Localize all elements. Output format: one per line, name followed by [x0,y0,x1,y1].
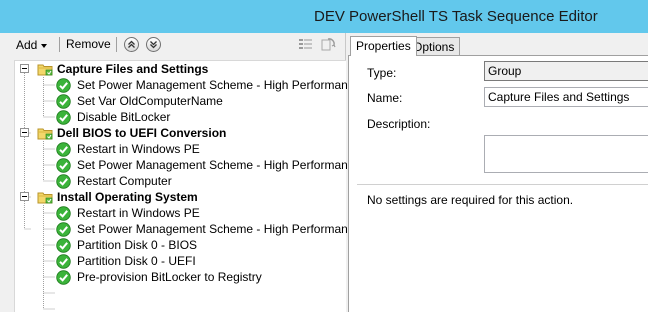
collapse-toggle-icon[interactable] [20,192,29,201]
success-check-icon [56,238,71,253]
step-label: Set Var OldComputerName [77,94,223,108]
step-label: Restart Computer [77,174,172,188]
collapse-toggle-icon[interactable] [20,128,29,137]
properties-panel: Type: Group Name: Capture Files and Sett… [348,55,648,312]
success-check-icon [56,142,71,157]
properties-list-icon[interactable] [298,37,314,53]
window-title: DEV PowerShell TS Task Sequence Editor [314,8,598,25]
toolbar-divider [116,37,117,52]
group-folder-icon [37,190,53,204]
step-label: Set Power Management Scheme - High Perfo… [77,78,361,92]
success-check-icon [56,94,71,109]
dropdown-caret-icon [41,43,48,48]
type-field: Group [484,61,648,81]
refresh-icon[interactable] [320,37,336,53]
toolbar: Add Remove [0,33,346,57]
success-check-icon [56,270,71,285]
task-sequence-tree[interactable]: Capture Files and Settings Set Power Mana… [14,60,360,312]
step-label: Partition Disk 0 - UEFI [77,254,196,268]
task-sequence-pane: Add Remove Capture Files and Settings Se… [0,33,360,312]
type-label: Type: [367,66,397,80]
remove-button[interactable]: Remove [66,37,111,51]
double-chevron-up-icon [128,40,135,48]
success-check-icon [56,110,71,125]
success-check-icon [56,78,71,93]
step-label: Restart in Windows PE [77,142,200,156]
description-label: Description: [367,117,431,131]
title-bar: DEV PowerShell TS Task Sequence Editor [0,0,648,33]
success-check-icon [56,158,71,173]
group-label: Capture Files and Settings [57,62,209,76]
tab-properties[interactable]: Properties [350,36,417,56]
success-check-icon [56,206,71,221]
toolbar-divider [59,37,60,52]
step-label: Partition Disk 0 - BIOS [77,238,198,252]
move-up-button[interactable] [124,37,139,52]
step-label: Pre-provision BitLocker to Registry [77,270,262,284]
success-check-icon [56,254,71,269]
group-folder-icon [37,62,53,76]
collapse-toggle-icon[interactable] [20,64,29,73]
group-folder-icon [37,126,53,140]
group-label: Install Operating System [57,190,198,204]
success-check-icon [56,174,71,189]
add-label: Add [16,38,38,52]
step-label: Restart in Windows PE [77,206,200,220]
description-input[interactable] [484,135,648,173]
step-label: Set Power Management Scheme - High Perfo… [77,222,361,236]
add-menu-button[interactable]: Add [16,37,48,53]
name-label: Name: [367,91,403,105]
double-chevron-down-icon [150,41,157,49]
success-check-icon [56,222,71,237]
group-label: Dell BIOS to UEFI Conversion [57,126,227,140]
section-divider [357,184,648,185]
step-label: Set Power Management Scheme - High Perfo… [77,158,361,172]
move-down-button[interactable] [146,37,161,52]
step-label: Disable BitLocker [77,110,171,124]
no-settings-note: No settings are required for this action… [367,193,574,207]
name-input[interactable]: Capture Files and Settings [484,87,648,107]
properties-pane: Properties Options Type: Group Name: Cap… [347,33,648,312]
